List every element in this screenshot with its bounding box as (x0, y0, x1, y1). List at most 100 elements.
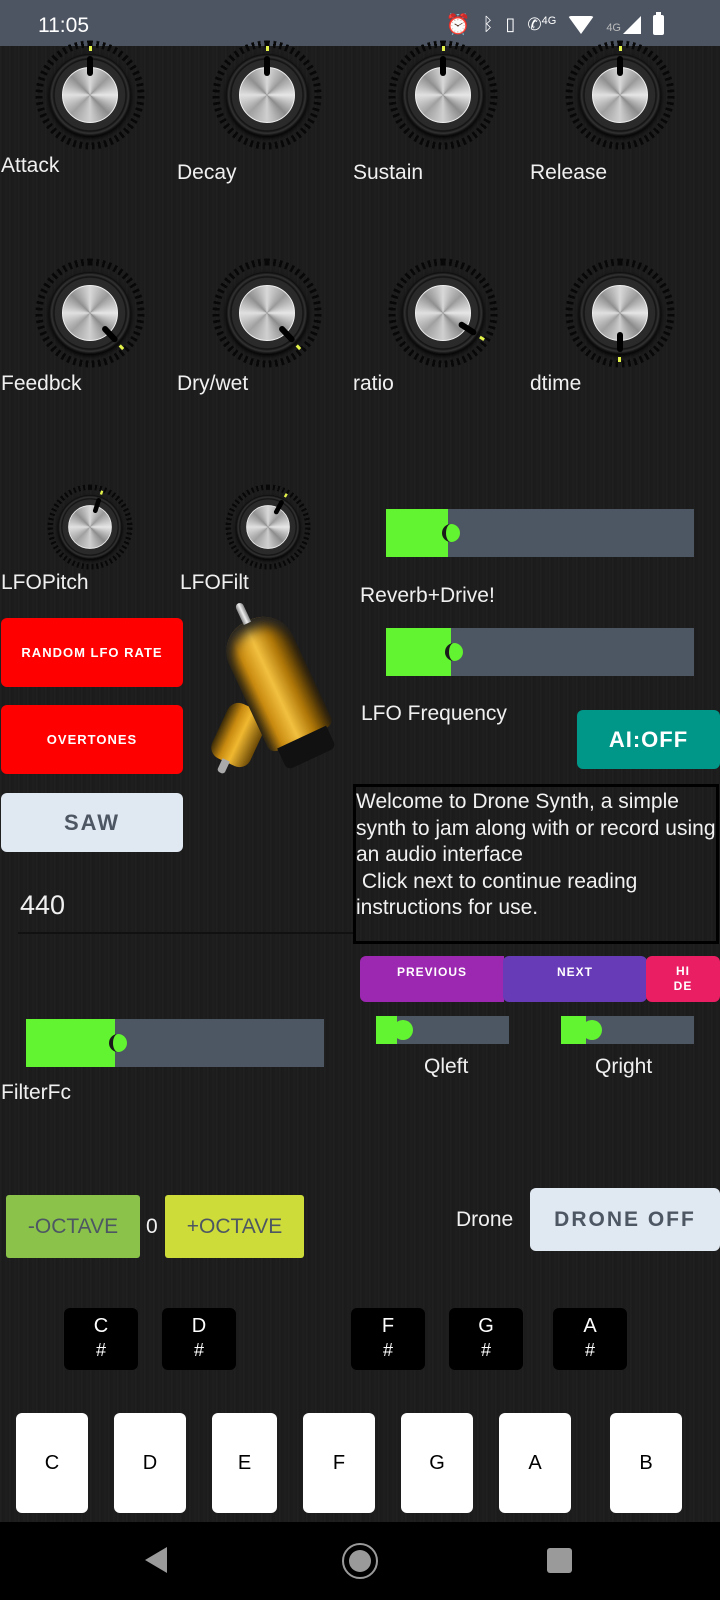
reverb-drive-label: Reverb+Drive! (360, 584, 495, 607)
key-note: C (93, 1315, 109, 1337)
key-accidental: # (584, 1340, 595, 1360)
lfofilt-knob[interactable] (225, 484, 311, 570)
key-d-sharp[interactable]: D # (162, 1308, 236, 1370)
feedback-knob[interactable] (35, 258, 145, 368)
feedback-label: Feedbck (1, 372, 82, 395)
instructions-text: Welcome to Drone Synth, a simple synth t… (353, 784, 719, 944)
key-g-sharp[interactable]: G # (449, 1308, 523, 1370)
hide-button[interactable]: HI DE (646, 956, 720, 1002)
attack-label: Attack (1, 154, 60, 177)
ai-toggle-button[interactable]: AI:OFF (577, 710, 720, 769)
wifi-icon (568, 15, 595, 34)
dtime-knob[interactable] (565, 258, 675, 368)
drywet-label: Dry/wet (177, 372, 249, 395)
alarm-icon: ⏰ (445, 14, 471, 36)
filter-fc-slider[interactable] (26, 1019, 324, 1067)
waveform-button[interactable]: SAW (1, 793, 183, 852)
key-e[interactable]: E (212, 1413, 277, 1513)
ratio-label: ratio (353, 372, 394, 395)
knob-indicator-led (441, 46, 445, 51)
status-time: 11:05 (38, 14, 89, 37)
drywet-knob[interactable] (212, 258, 322, 368)
decay-label: Decay (177, 161, 237, 184)
lfopitch-label: LFOPitch (1, 571, 89, 594)
dtime-label: dtime (530, 372, 582, 395)
slider-thumb[interactable] (582, 1020, 603, 1040)
attack-knob[interactable] (35, 40, 145, 150)
key-accidental: # (480, 1340, 491, 1360)
reverb-drive-slider[interactable] (386, 509, 694, 557)
key-accidental: # (193, 1340, 204, 1360)
key-a-sharp[interactable]: A # (553, 1308, 627, 1370)
octave-value: 0 (146, 1215, 158, 1238)
knob-pointer (617, 46, 623, 95)
volte-call-icon: ✆4G (527, 14, 557, 34)
key-f[interactable]: F (303, 1413, 375, 1513)
slider-thumb[interactable] (444, 643, 463, 661)
lfofilt-label: LFOFilt (180, 571, 249, 594)
slider-thumb[interactable] (441, 524, 460, 542)
random-lfo-rate-button[interactable]: RANDOM LFO RATE (1, 618, 183, 687)
q-left-label: Qleft (424, 1055, 469, 1078)
knob-indicator-led (618, 357, 622, 362)
knob-pointer (617, 313, 623, 362)
back-icon[interactable] (145, 1547, 167, 1573)
octave-up-button[interactable]: +OCTAVE (165, 1195, 304, 1258)
key-d[interactable]: D (114, 1413, 186, 1513)
key-a[interactable]: A (499, 1413, 571, 1513)
slider-fill (386, 509, 448, 557)
key-c-sharp[interactable]: C # (64, 1308, 138, 1370)
slider-thumb[interactable] (393, 1020, 414, 1040)
frequency-input[interactable] (18, 878, 353, 934)
knob-indicator-led (88, 46, 92, 51)
next-button[interactable]: NEXT (503, 956, 647, 1002)
key-accidental: # (95, 1340, 106, 1360)
ratio-knob[interactable] (388, 258, 498, 368)
key-b[interactable]: B (610, 1413, 682, 1513)
knob-pointer (87, 46, 93, 95)
network-label: 4G (606, 21, 621, 34)
knob-indicator-led (283, 492, 288, 498)
octave-down-button[interactable]: -OCTAVE (6, 1195, 140, 1258)
sustain-label: Sustain (353, 161, 424, 184)
recents-icon[interactable] (547, 1548, 572, 1573)
release-knob[interactable] (565, 40, 675, 150)
status-icons: ⏰ ᛒ ▯ ✆4G 4G (445, 11, 664, 37)
q-left-slider[interactable] (376, 1016, 509, 1044)
overtones-button[interactable]: OVERTONES (1, 705, 183, 774)
slider-fill (26, 1019, 116, 1067)
knob-indicator-led (99, 490, 103, 495)
q-right-slider[interactable] (561, 1016, 694, 1044)
key-f-sharp[interactable]: F # (351, 1308, 425, 1370)
home-icon[interactable] (342, 1543, 378, 1579)
previous-button[interactable]: PREVIOUS (360, 956, 504, 1002)
cellular-signal-icon: 4G (606, 15, 641, 34)
vibrate-icon: ▯ (505, 14, 516, 34)
battery-icon (653, 11, 664, 35)
key-note: D (191, 1315, 207, 1337)
decay-knob[interactable] (212, 40, 322, 150)
q-right-label: Qright (595, 1055, 653, 1078)
slider-thumb[interactable] (109, 1034, 128, 1052)
sustain-knob[interactable] (388, 40, 498, 150)
knob-pointer (264, 46, 270, 95)
key-note: A (583, 1315, 597, 1337)
slider-fill (386, 628, 451, 676)
key-note: F (381, 1315, 395, 1337)
key-note: G (478, 1315, 494, 1337)
key-accidental: # (382, 1340, 393, 1360)
bluetooth-icon: ᛒ (482, 14, 494, 34)
drone-label: Drone (456, 1208, 514, 1231)
lfo-frequency-slider[interactable] (386, 628, 694, 676)
drone-toggle-button[interactable]: DRONE OFF (530, 1188, 720, 1251)
volte-label: 4G (541, 14, 557, 27)
knob-indicator-led (265, 46, 269, 51)
knob-indicator-led (618, 46, 622, 51)
key-c[interactable]: C (16, 1413, 88, 1513)
lfopitch-knob[interactable] (47, 484, 133, 570)
release-label: Release (530, 161, 608, 184)
key-g[interactable]: G (401, 1413, 473, 1513)
knob-pointer (440, 46, 446, 95)
filter-fc-label: FilterFc (1, 1081, 71, 1104)
lfo-frequency-label: LFO Frequency (361, 702, 507, 725)
